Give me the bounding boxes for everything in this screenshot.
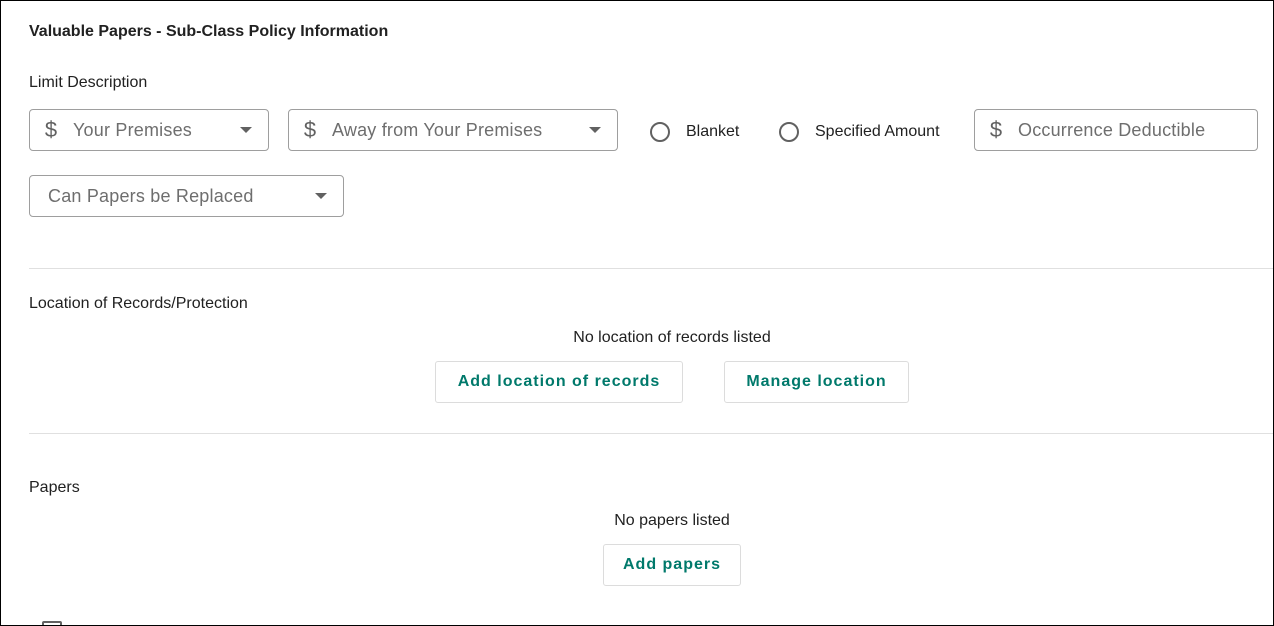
limit-description-label: Limit Description (29, 74, 148, 91)
checkbox[interactable] (42, 621, 62, 625)
no-papers-text: No papers listed (614, 512, 730, 529)
dollar-icon: $ (44, 117, 58, 142)
chevron-down-icon (240, 127, 252, 133)
radio-blanket[interactable]: Blanket (650, 122, 739, 142)
no-location-text: No location of records listed (573, 329, 771, 346)
radio-circle[interactable] (779, 122, 799, 142)
manage-location-button[interactable]: Manage location (724, 361, 909, 403)
chevron-down-icon (589, 127, 601, 133)
panel-title: Valuable Papers - Sub-Class Policy Infor… (29, 23, 389, 40)
occurrence-deductible-placeholder: Occurrence Deductible (1018, 119, 1206, 140)
papers-replaced-select[interactable]: Can Papers be Replaced (29, 175, 344, 217)
radio-blanket-label: Blanket (686, 123, 740, 140)
add-location-button[interactable]: Add location of records (435, 361, 683, 403)
section-divider (29, 433, 1273, 434)
section-divider (29, 268, 1273, 269)
away-from-premises-placeholder: Away from Your Premises (332, 119, 543, 140)
radio-specified-amount-label: Specified Amount (815, 123, 940, 140)
location-records-label: Location of Records/Protection (29, 295, 248, 312)
dollar-icon: $ (989, 117, 1003, 142)
dollar-icon: $ (303, 117, 317, 142)
radio-circle[interactable] (650, 122, 670, 142)
papers-label: Papers (29, 479, 80, 496)
away-from-premises-select[interactable]: $ Away from Your Premises (288, 109, 618, 151)
papers-replaced-placeholder: Can Papers be Replaced (48, 185, 254, 206)
add-papers-button[interactable]: Add papers (603, 544, 741, 586)
occurrence-deductible-input[interactable]: $ Occurrence Deductible (974, 109, 1258, 151)
chevron-down-icon (315, 193, 327, 199)
radio-specified-amount[interactable]: Specified Amount (779, 122, 940, 142)
your-premises-select[interactable]: $ Your Premises (29, 109, 269, 151)
sub-class-policy-panel: Valuable Papers - Sub-Class Policy Infor… (0, 0, 1274, 626)
your-premises-placeholder: Your Premises (73, 119, 192, 140)
